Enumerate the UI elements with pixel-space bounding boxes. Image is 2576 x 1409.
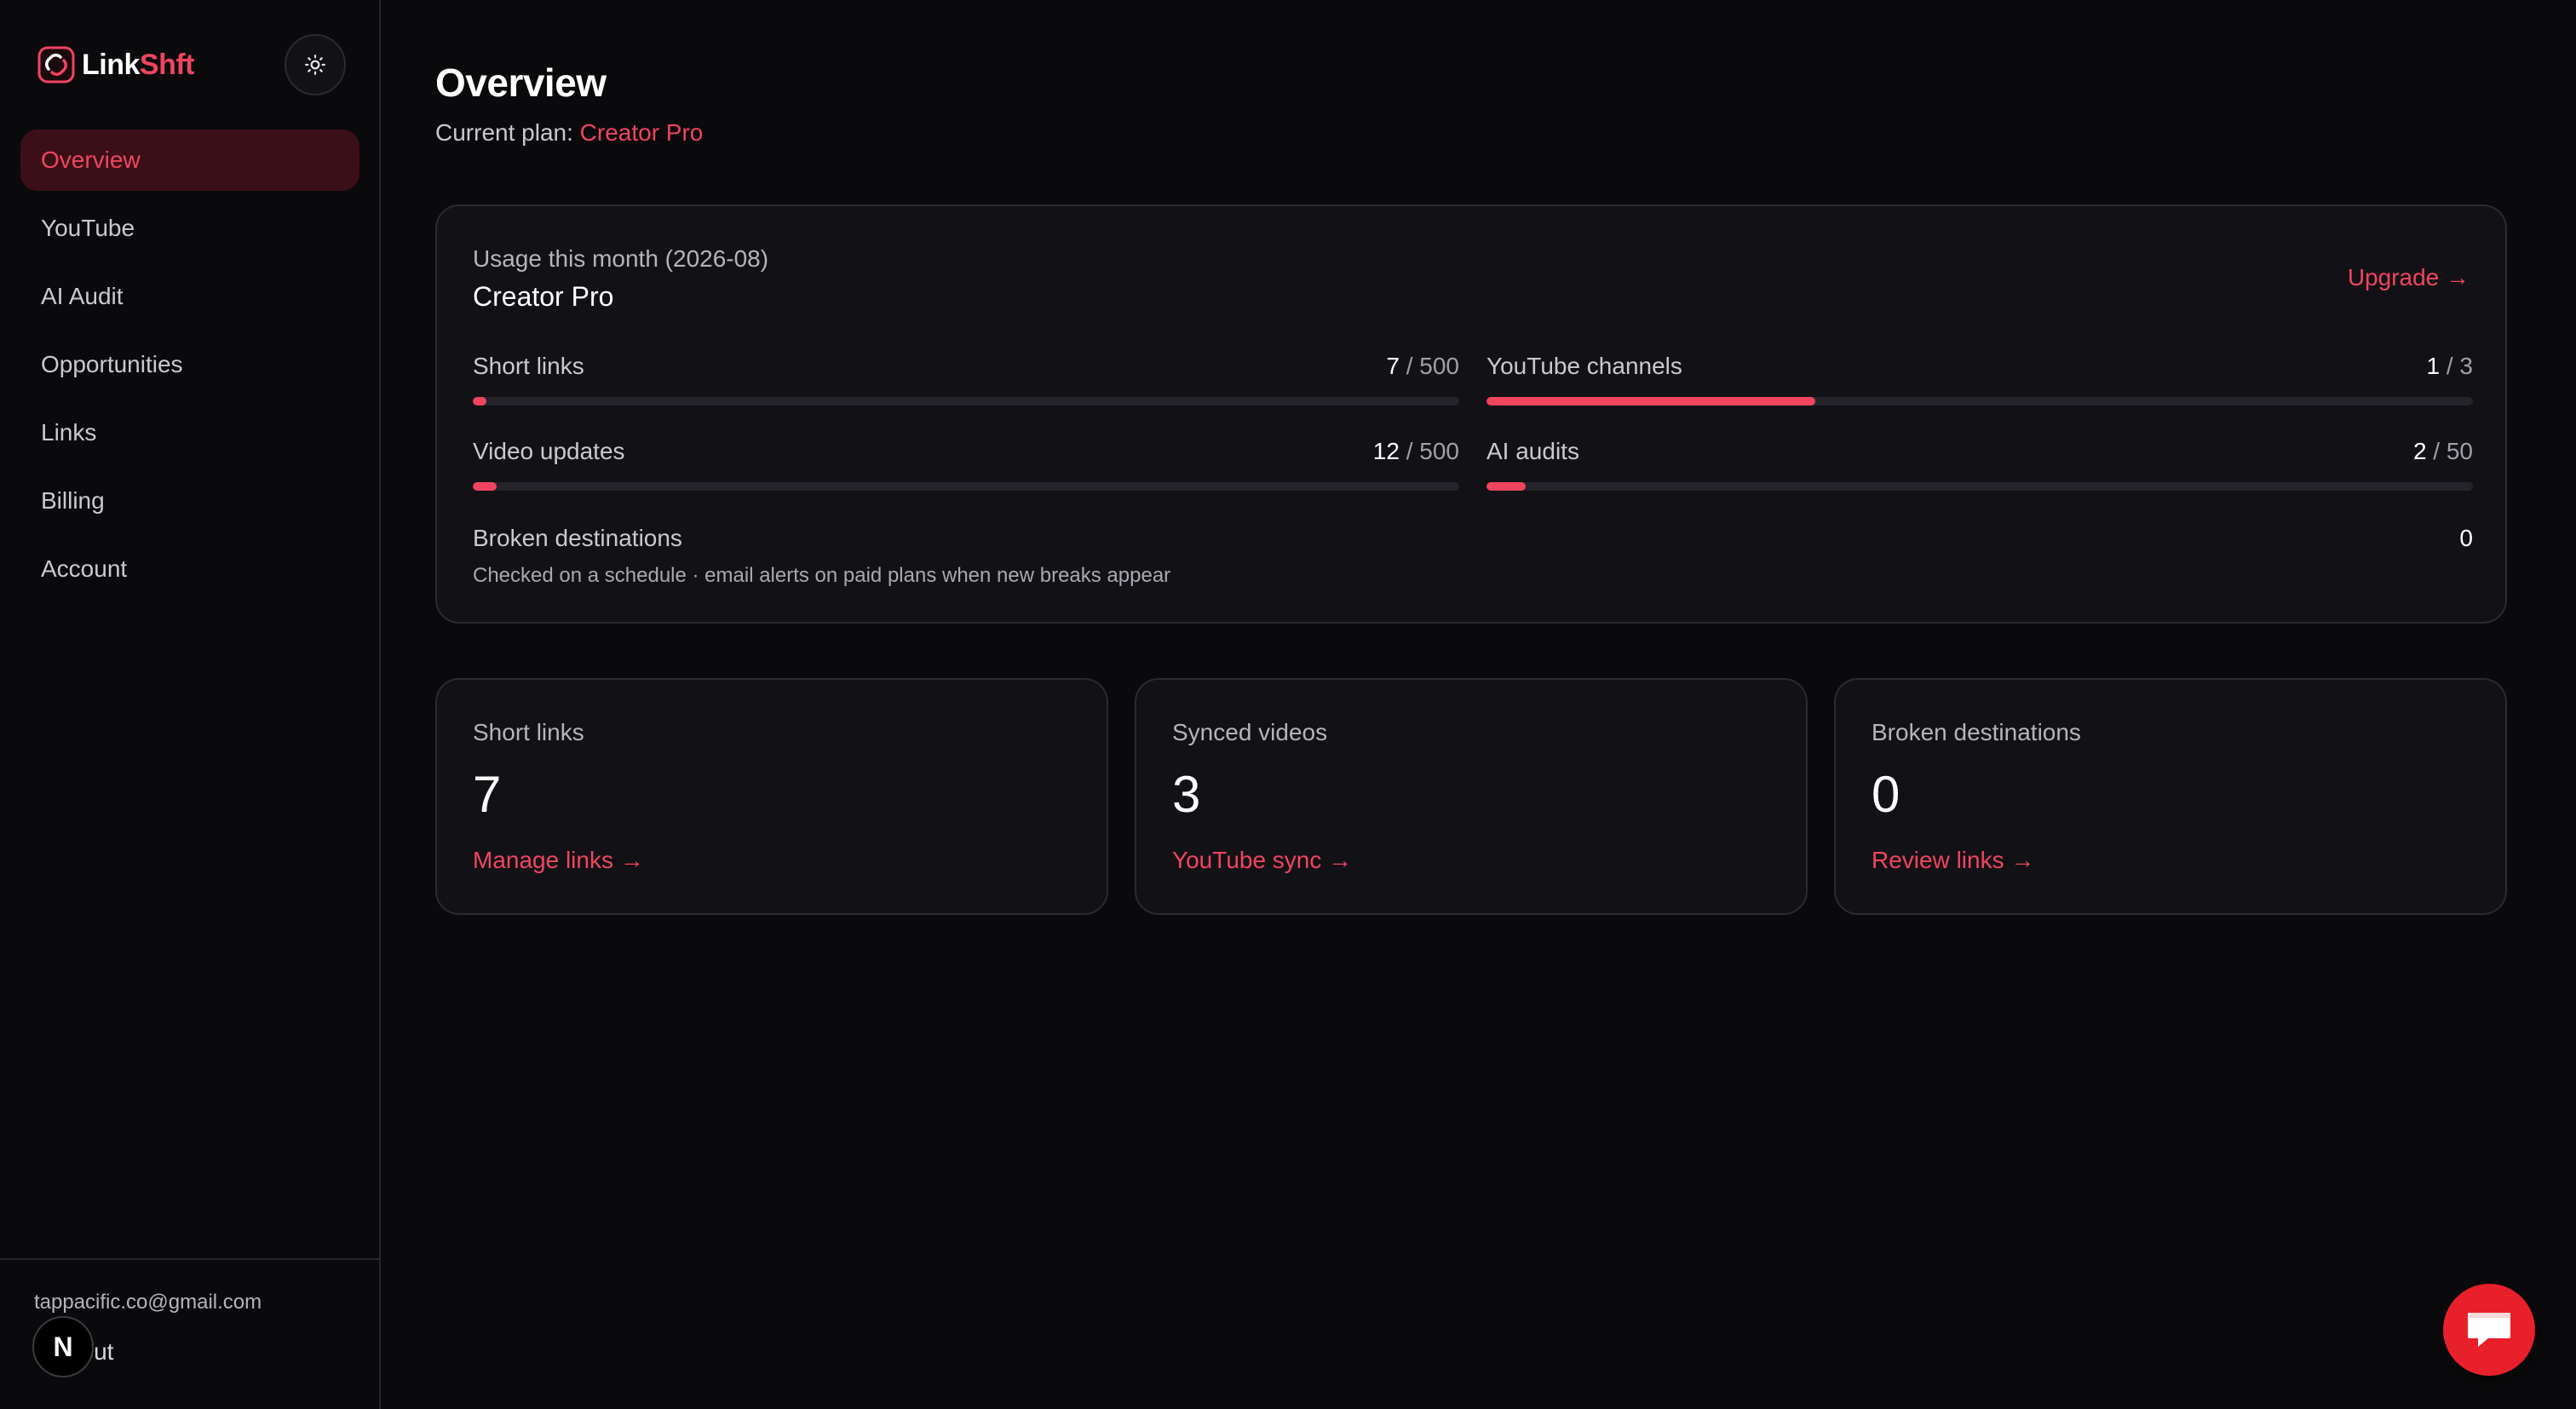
review-links-link[interactable]: Review links →: [1872, 847, 2034, 874]
metric-value: 12 / 500: [1373, 438, 1459, 465]
metric-limit: / 500: [1406, 438, 1459, 464]
metric-video-updates: Video updates 12 / 500: [473, 438, 1459, 506]
metric-limit: / 50: [2433, 438, 2473, 464]
metric-label: AI audits: [1486, 438, 1579, 464]
sidebar-footer: tappacific.co@gmail.com Log out N: [0, 1258, 379, 1409]
brand-logo-link[interactable]: LinkShft: [37, 46, 195, 83]
user-email: tappacific.co@gmail.com: [34, 1291, 262, 1314]
brand-name: LinkShft: [82, 48, 195, 82]
main-content: Overview Current plan: Creator Pro Usage…: [381, 0, 2576, 1409]
current-plan-name: Creator Pro: [579, 119, 704, 146]
progress-fill: [473, 482, 497, 491]
sidebar-item-billing[interactable]: Billing: [20, 470, 359, 532]
stat-card-synced-videos: Synced videos 3 YouTube sync →: [1135, 678, 1808, 915]
manage-links-link[interactable]: Manage links →: [473, 847, 644, 874]
stat-value: 3: [1172, 766, 1201, 823]
broken-destinations-note: Checked on a schedule · email alerts on …: [473, 564, 1171, 587]
progress-track: [1486, 397, 2473, 405]
chat-bubble-icon: [2468, 1313, 2510, 1347]
current-plan-prefix: Current plan:: [435, 119, 573, 146]
metric-label: YouTube channels: [1486, 353, 1682, 379]
metric-label: Video updates: [473, 438, 625, 464]
sidebar-item-opportunities[interactable]: Opportunities: [20, 334, 359, 395]
usage-plan-name: Creator Pro: [473, 281, 614, 312]
metric-value: 7 / 500: [1386, 353, 1459, 380]
sidebar-item-ai-audit[interactable]: AI Audit: [20, 266, 359, 327]
progress-track: [473, 482, 1459, 491]
stat-card-broken-destinations: Broken destinations 0 Review links →: [1834, 678, 2507, 915]
metric-value: 2 / 50: [2413, 438, 2473, 465]
sidebar-item-youtube[interactable]: YouTube: [20, 198, 359, 259]
progress-fill: [1486, 482, 1527, 491]
page-title: Overview: [435, 60, 607, 105]
progress-track: [1486, 482, 2473, 491]
usage-card: Usage this month (2026-08) Creator Pro U…: [435, 204, 2507, 624]
metric-limit: / 3: [2446, 353, 2473, 379]
metric-short-links: Short links 7 / 500: [473, 353, 1459, 421]
sidebar-item-links[interactable]: Links: [20, 402, 359, 463]
metric-used: 1: [2426, 353, 2441, 379]
brand-name-part2: Shft: [139, 48, 195, 81]
metric-used: 2: [2412, 438, 2427, 464]
sun-icon: [305, 55, 325, 75]
usage-period-label: Usage this month (2026-08): [473, 245, 769, 272]
sidebar-nav: Overview YouTube AI Audit Opportunities …: [20, 129, 359, 607]
metric-youtube-channels: YouTube channels 1 / 3: [1486, 353, 2473, 421]
metric-ai-audits: AI audits 2 / 50: [1486, 438, 2473, 506]
sidebar-item-overview[interactable]: Overview: [20, 129, 359, 191]
current-plan-line: Current plan: Creator Pro: [435, 119, 703, 147]
chat-widget-button[interactable]: [2443, 1284, 2535, 1376]
broken-destinations-count: 0: [2459, 525, 2473, 551]
dev-tools-badge[interactable]: N: [32, 1316, 94, 1377]
progress-track: [473, 397, 1459, 405]
stat-value: 0: [1872, 766, 1900, 823]
metric-limit: / 500: [1406, 353, 1459, 379]
metric-used: 12: [1372, 438, 1400, 464]
stat-value: 7: [473, 766, 502, 823]
broken-destinations-label: Broken destinations: [473, 525, 682, 551]
metric-value: 1 / 3: [2427, 353, 2474, 380]
app-root: LinkShft Overview YouTube AI Audit Oppor…: [0, 0, 2576, 1409]
linkshft-logo-icon: [37, 46, 75, 83]
sidebar-item-account[interactable]: Account: [20, 538, 359, 600]
youtube-sync-link[interactable]: YouTube sync →: [1172, 847, 1352, 874]
metric-used: 7: [1386, 353, 1400, 379]
progress-fill: [473, 397, 487, 405]
theme-toggle-button[interactable]: [285, 34, 346, 95]
stat-card-short-links: Short links 7 Manage links →: [435, 678, 1108, 915]
stat-label: Short links: [473, 719, 584, 745]
upgrade-link[interactable]: Upgrade →: [2348, 264, 2470, 291]
brand-row: LinkShft: [37, 34, 346, 95]
progress-fill: [1486, 397, 1815, 405]
sidebar: LinkShft Overview YouTube AI Audit Oppor…: [0, 0, 381, 1409]
metric-label: Short links: [473, 353, 584, 379]
brand-name-part1: Link: [82, 48, 140, 81]
stat-label: Broken destinations: [1872, 719, 2081, 745]
broken-destinations-row: Broken destinations 0 Checked on a sched…: [473, 525, 2473, 588]
stat-label: Synced videos: [1172, 719, 1328, 745]
